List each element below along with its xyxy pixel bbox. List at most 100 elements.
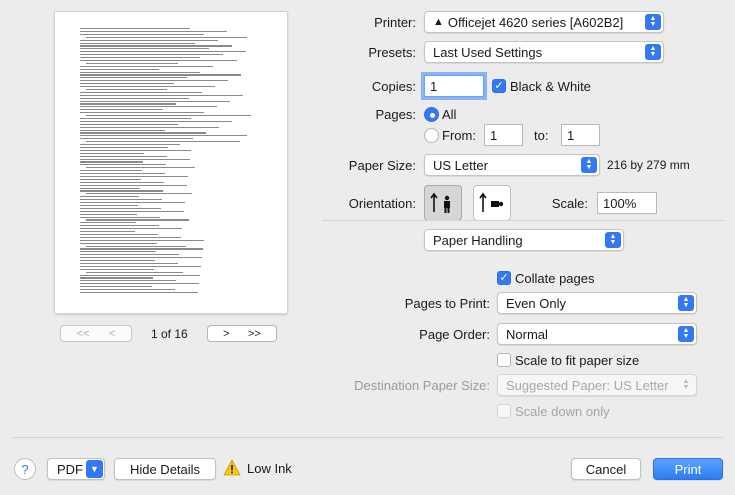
- popup-caret-icon: ▲ ▼: [645, 14, 661, 30]
- section-value: Paper Handling: [433, 232, 523, 248]
- pages-all-radio[interactable]: [424, 107, 439, 122]
- preview-line: [80, 94, 243, 96]
- warning-icon: ▲: [433, 16, 444, 28]
- preview-line: [86, 219, 189, 221]
- preview-line: [80, 228, 182, 230]
- preview-line: [86, 115, 251, 117]
- printer-value: Officejet 4620 series [A602B2]: [447, 14, 624, 30]
- preview-line: [80, 204, 138, 207]
- help-button[interactable]: ?: [14, 458, 36, 480]
- presets-value: Last Used Settings: [433, 44, 543, 60]
- cancel-button[interactable]: Cancel: [571, 458, 641, 480]
- preview-line: [80, 68, 159, 70]
- destination-paper-popup[interactable]: Suggested Paper: US Letter ▲ ▼: [497, 374, 697, 396]
- preview-line: [80, 129, 165, 131]
- page-order-label: Page Order:: [419, 327, 490, 342]
- scale-to-fit-checkbox[interactable]: [497, 353, 511, 367]
- help-icon: ?: [21, 461, 29, 477]
- print-button[interactable]: Print: [653, 458, 723, 480]
- page-index-label: 1 of 16: [151, 327, 188, 341]
- landscape-orientation-button[interactable]: [473, 185, 511, 221]
- paper-size-value: US Letter: [433, 157, 488, 173]
- preview-line: [80, 175, 188, 178]
- pdf-label: PDF: [57, 461, 83, 477]
- preview-line: [80, 248, 203, 250]
- preview-line: [80, 152, 144, 154]
- scale-label: Scale:: [551, 196, 588, 211]
- printer-label: Printer:: [374, 15, 416, 30]
- preview-line: [80, 260, 155, 262]
- preview-line: [80, 254, 179, 256]
- preview-line: [80, 109, 163, 111]
- preview-line: [80, 239, 204, 241]
- preview-line: [80, 91, 202, 93]
- preview-line: [80, 74, 241, 76]
- section-popup[interactable]: Paper Handling ▲ ▼: [424, 229, 624, 251]
- preview-line: [80, 286, 152, 288]
- presets-popup[interactable]: Last Used Settings ▲ ▼: [424, 41, 664, 63]
- preview-line: [80, 112, 204, 114]
- low-ink-label: Low Ink: [247, 461, 292, 476]
- pages-to-label: to:: [534, 128, 549, 143]
- chevron-down-icon: ▼: [86, 460, 103, 478]
- last-page-icon[interactable]: >>: [248, 328, 261, 340]
- preview-line: [80, 146, 168, 149]
- hide-details-button[interactable]: Hide Details: [114, 458, 216, 480]
- pages-from-label: From:: [442, 128, 476, 143]
- page-order-popup[interactable]: Normal ▲ ▼: [497, 323, 697, 345]
- copies-label: Copies:: [371, 79, 416, 94]
- preview-line: [80, 233, 158, 236]
- printer-popup[interactable]: ▲ Officejet 4620 series [A602B2] ▲ ▼: [424, 11, 664, 33]
- preview-line: [80, 216, 160, 218]
- preview-line: [86, 36, 247, 38]
- copies-input[interactable]: 1: [424, 75, 484, 97]
- pages-to-print-popup[interactable]: Even Only ▲ ▼: [497, 292, 697, 314]
- previous-page-icon[interactable]: <: [109, 328, 115, 340]
- pdf-menu-button[interactable]: PDF ▼: [47, 458, 105, 480]
- preview-line: [80, 161, 143, 163]
- scale-down-checkbox[interactable]: [497, 404, 511, 418]
- popup-caret-icon: ▲ ▼: [605, 232, 621, 248]
- preview-line: [80, 71, 200, 73]
- black-white-checkbox[interactable]: ✓: [492, 79, 506, 93]
- pages-range-radio[interactable]: [424, 128, 439, 143]
- preview-line: [80, 100, 230, 102]
- collate-label: Collate pages: [515, 271, 595, 286]
- preview-line: [86, 245, 186, 247]
- preview-line: [80, 106, 217, 108]
- preview-line: [80, 262, 178, 265]
- preview-line: [80, 274, 200, 276]
- preview-line: [86, 271, 183, 273]
- pages-from-input[interactable]: 1: [484, 124, 523, 146]
- first-page-icon[interactable]: <<: [77, 328, 90, 340]
- scale-input[interactable]: 100%: [597, 192, 657, 214]
- paper-size-popup[interactable]: US Letter ▲ ▼: [424, 154, 600, 176]
- preview-line: [80, 42, 195, 44]
- preview-nav-forward-group[interactable]: > >>: [207, 325, 277, 342]
- portrait-orientation-button[interactable]: [424, 185, 462, 221]
- scale-down-label: Scale down only: [515, 404, 610, 419]
- preview-line: [80, 289, 175, 291]
- preview-line: [80, 149, 191, 151]
- preview-line: [80, 39, 218, 41]
- preview-line: [80, 181, 164, 183]
- pages-to-input[interactable]: 1: [561, 124, 600, 146]
- preview-line: [80, 83, 174, 85]
- preview-line: [80, 170, 142, 172]
- preview-line: [80, 97, 189, 99]
- preview-line: [80, 196, 139, 198]
- warning-icon: [223, 459, 241, 476]
- preview-line: [80, 103, 176, 105]
- preview-line: [80, 117, 191, 120]
- preview-line: [80, 86, 215, 88]
- destination-paper-value: Suggested Paper: US Letter: [506, 377, 669, 393]
- collate-checkbox[interactable]: ✓: [497, 271, 511, 285]
- next-page-icon[interactable]: >: [223, 328, 229, 340]
- preview-line: [80, 242, 157, 244]
- portrait-icon: [430, 192, 450, 213]
- popup-caret-icon: ▲ ▼: [682, 378, 690, 391]
- preview-line: [80, 277, 153, 279]
- paper-size-label: Paper Size:: [348, 158, 416, 173]
- preview-line: [80, 190, 163, 192]
- preview-nav-back-group[interactable]: << <: [60, 325, 132, 342]
